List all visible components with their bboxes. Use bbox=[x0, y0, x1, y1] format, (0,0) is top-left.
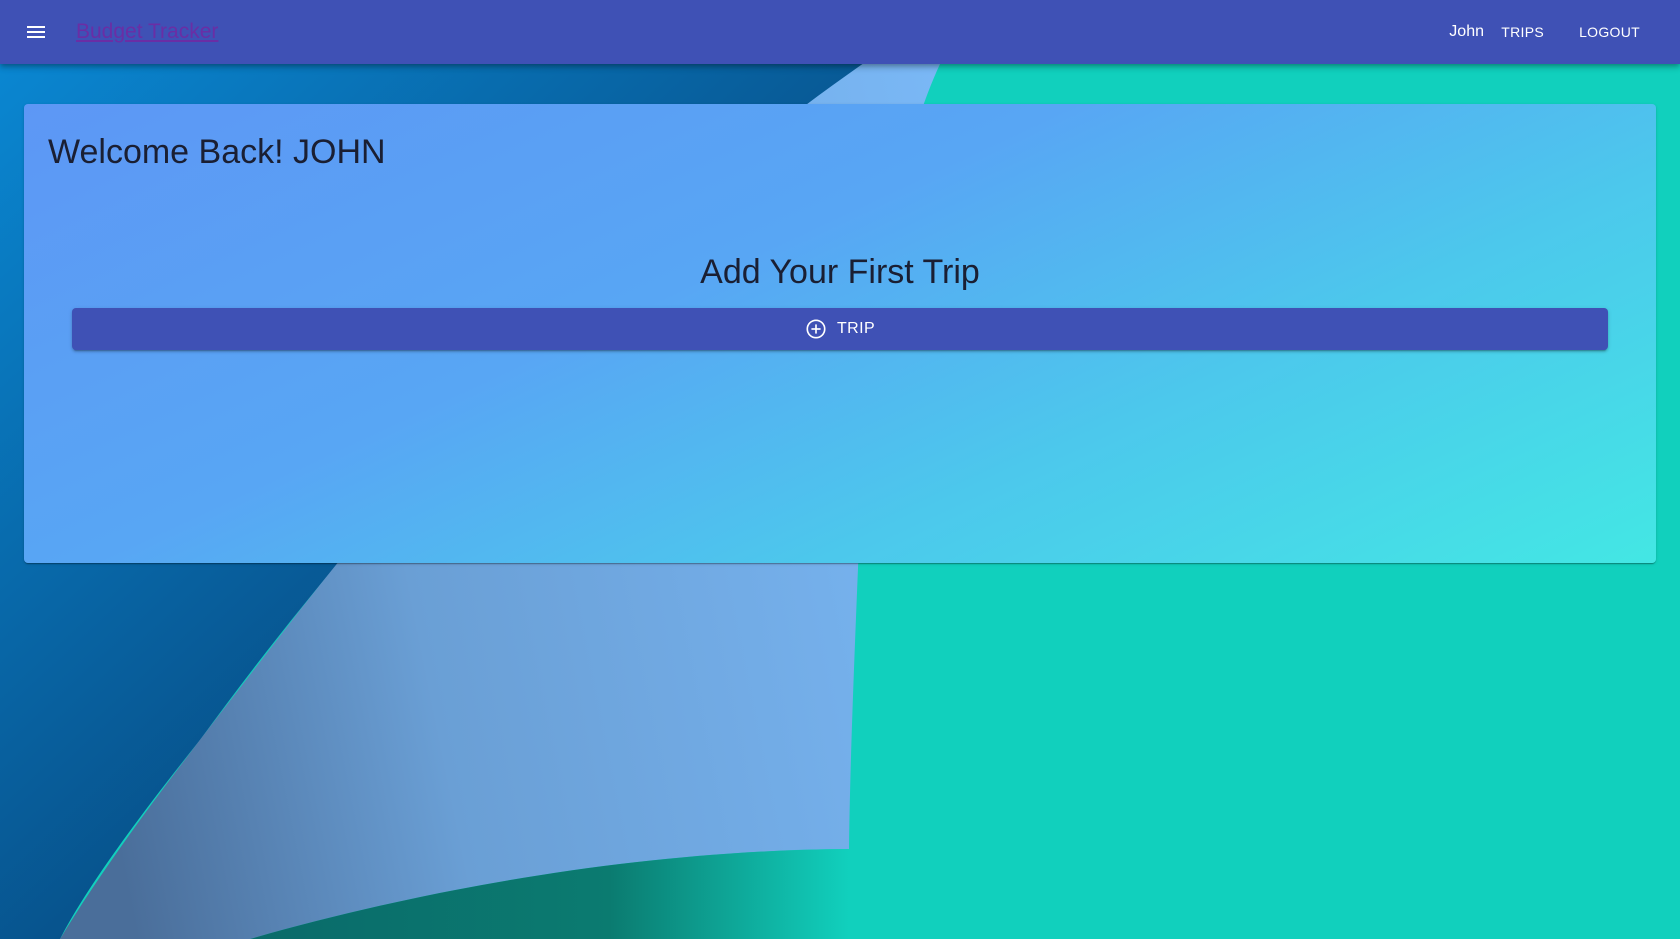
app-bar: Budget Tracker John TRIPS LOGOUT bbox=[0, 0, 1680, 64]
user-name: John bbox=[1449, 23, 1484, 40]
menu-button[interactable] bbox=[12, 8, 60, 56]
add-trip-label: TRIP bbox=[836, 320, 876, 337]
menu-icon bbox=[27, 26, 45, 38]
logout-button[interactable]: LOGOUT bbox=[1579, 20, 1640, 44]
add-circle-outline-icon bbox=[805, 318, 827, 340]
welcome-heading: Welcome Back! JOHN bbox=[48, 133, 386, 171]
add-trip-button[interactable]: TRIP bbox=[72, 308, 1608, 350]
trips-button[interactable]: TRIPS bbox=[1501, 20, 1544, 44]
welcome-card: Welcome Back! JOHN Add Your First Trip T… bbox=[24, 104, 1656, 563]
empty-state-heading: Add Your First Trip bbox=[700, 253, 980, 291]
app-title-link[interactable]: Budget Tracker bbox=[76, 19, 218, 45]
